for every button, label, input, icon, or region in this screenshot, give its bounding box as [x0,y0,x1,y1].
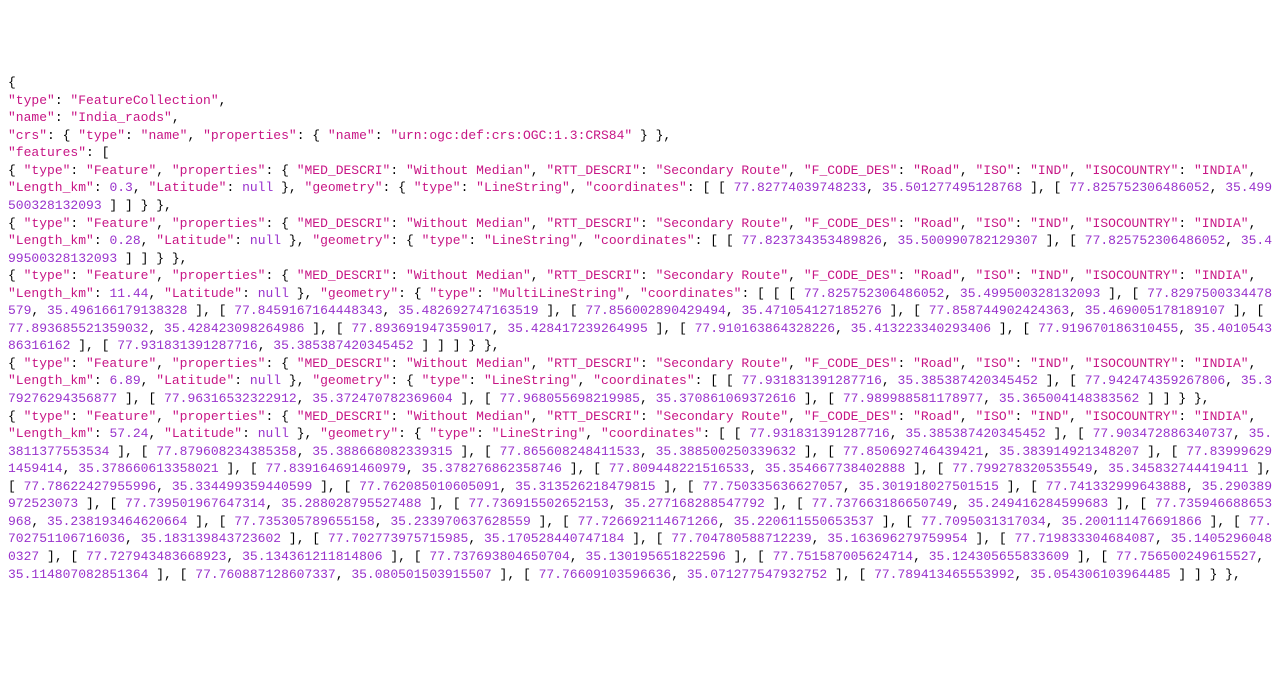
geojson-text: { "type": "FeatureCollection", "name": "… [8,74,1276,583]
